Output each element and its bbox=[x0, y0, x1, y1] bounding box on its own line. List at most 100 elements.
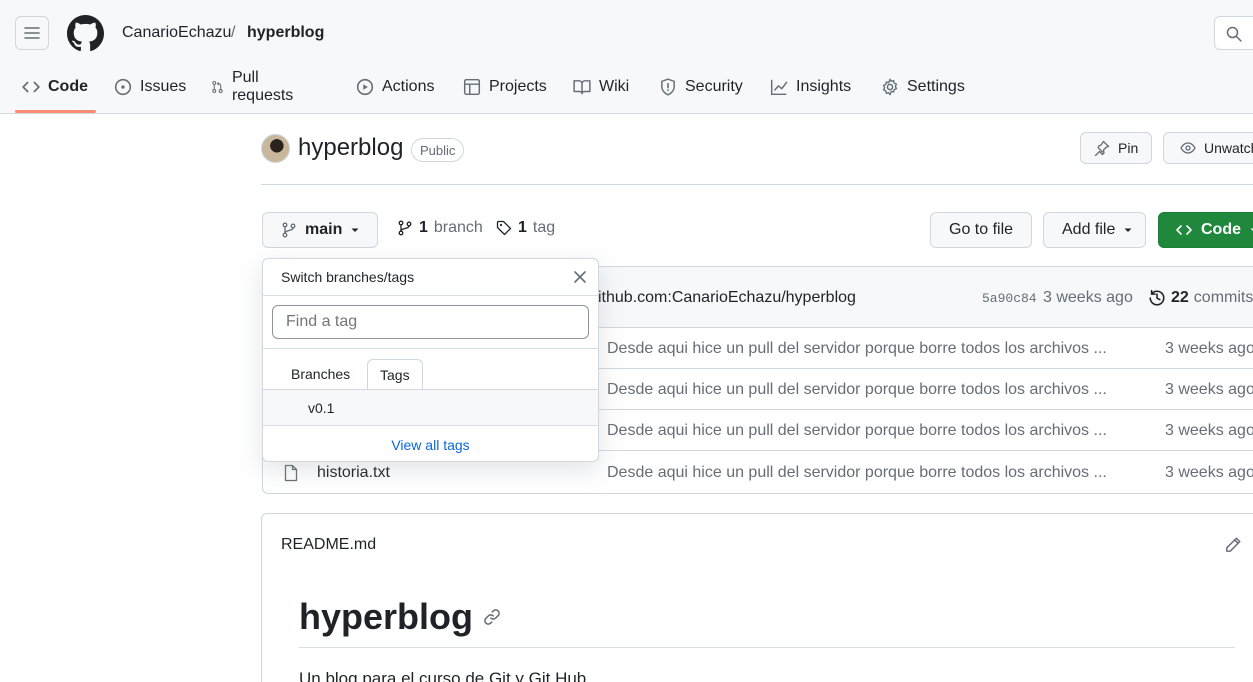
hamburger-menu-button[interactable] bbox=[15, 16, 49, 50]
tag-name: v0.1 bbox=[308, 400, 335, 416]
caret-down-icon bbox=[351, 228, 359, 232]
code-download-button[interactable]: Code bbox=[1158, 212, 1253, 248]
tag-count-label: tag bbox=[532, 219, 556, 236]
readme-heading-divider bbox=[299, 647, 1235, 648]
owner-avatar[interactable] bbox=[261, 134, 290, 163]
hamburger-icon bbox=[24, 27, 40, 39]
add-file-button[interactable]: Add file bbox=[1043, 212, 1147, 248]
tab-projects[interactable]: Projects bbox=[463, 68, 547, 114]
branch-count: 1 bbox=[419, 219, 428, 236]
file-commit-message[interactable]: Desde aqui hice un pull del servidor por… bbox=[607, 381, 1107, 399]
tab-wiki[interactable]: Wiki bbox=[573, 68, 629, 114]
repo-title[interactable]: hyperblog bbox=[298, 134, 403, 162]
file-commit-time: 3 weeks ago bbox=[1165, 422, 1253, 439]
tab-branches[interactable]: Branches bbox=[279, 359, 362, 389]
issue-icon bbox=[114, 78, 132, 96]
github-logo-icon[interactable] bbox=[67, 15, 104, 52]
tab-wiki-label: Wiki bbox=[599, 78, 630, 95]
breadcrumb-owner-link[interactable]: CanarioEchazu bbox=[122, 24, 231, 42]
dropdown-title: Switch branches/tags bbox=[281, 269, 415, 285]
readme-description: Un blog para el curso de Git y Git Hub bbox=[299, 669, 587, 682]
unwatch-label: Unwatch bbox=[1204, 140, 1253, 156]
tab-settings[interactable]: Settings bbox=[881, 68, 965, 114]
repo-head-divider bbox=[261, 184, 1253, 185]
list-item[interactable]: v0.1 bbox=[263, 390, 598, 426]
pencil-icon[interactable] bbox=[1224, 536, 1242, 554]
go-to-file-label: Go to file bbox=[949, 221, 1014, 238]
breadcrumb-separator: / bbox=[231, 24, 236, 41]
file-commit-message[interactable]: Desde aqui hice un pull del servidor por… bbox=[607, 422, 1107, 440]
search-button[interactable] bbox=[1214, 16, 1253, 50]
branch-select-button[interactable]: main bbox=[262, 212, 379, 248]
tab-pull-requests[interactable]: Pull requests bbox=[211, 68, 298, 114]
latest-commit-message[interactable]: ithub.com:CanarioEchazu/hyperblog bbox=[598, 289, 856, 307]
dropdown-divider bbox=[263, 295, 598, 296]
file-commit-message[interactable]: Desde aqui hice un pull del servidor por… bbox=[607, 464, 1107, 482]
pull-request-icon bbox=[212, 80, 223, 94]
readme-heading: hyperblog bbox=[299, 596, 501, 638]
file-icon bbox=[284, 464, 298, 482]
switch-branches-tags-dropdown: Switch branches/tags Branches Tags v0.1 … bbox=[262, 258, 599, 462]
pin-icon bbox=[1094, 140, 1110, 156]
tab-actions[interactable]: Actions bbox=[356, 68, 434, 114]
latest-commit-sha[interactable]: 5a90c84 bbox=[982, 291, 1037, 306]
tab-actions-label: Actions bbox=[382, 78, 435, 95]
commit-count-label: commits bbox=[1193, 289, 1253, 306]
caret-down-icon bbox=[1250, 228, 1253, 231]
tab-insights[interactable]: Insights bbox=[770, 68, 851, 114]
commits-link[interactable]: 22 commits bbox=[1148, 289, 1253, 307]
tag-icon bbox=[496, 220, 512, 236]
unwatch-button[interactable]: Unwatch bbox=[1163, 132, 1253, 164]
tab-code-label: Code bbox=[48, 78, 88, 95]
tab-issues-label: Issues bbox=[140, 78, 187, 95]
active-tab-underline bbox=[15, 110, 96, 113]
pin-label: Pin bbox=[1118, 140, 1139, 156]
table-icon bbox=[463, 78, 481, 96]
history-icon bbox=[1149, 289, 1165, 306]
tab-code[interactable]: Code bbox=[22, 68, 88, 114]
file-name[interactable]: historia.txt bbox=[317, 464, 390, 482]
view-all-tags-link[interactable]: View all tags bbox=[263, 437, 598, 453]
git-branch-icon bbox=[398, 220, 412, 236]
tag-count: 1 bbox=[518, 219, 527, 236]
code-icon bbox=[22, 81, 40, 93]
close-icon[interactable] bbox=[573, 270, 587, 284]
tab-issues[interactable]: Issues bbox=[114, 68, 186, 114]
caret-down-icon bbox=[1124, 228, 1132, 232]
code-button-label: Code bbox=[1201, 221, 1241, 238]
file-commit-message[interactable]: Desde aqui hice un pull del servidor por… bbox=[607, 340, 1107, 358]
tab-security-label: Security bbox=[685, 78, 743, 95]
tab-settings-label: Settings bbox=[907, 78, 965, 95]
file-commit-time: 3 weeks ago bbox=[1165, 381, 1253, 398]
tab-security[interactable]: Security bbox=[659, 68, 743, 114]
file-commit-time: 3 weeks ago bbox=[1165, 464, 1253, 481]
readme-filename[interactable]: README.md bbox=[281, 536, 376, 554]
top-header: CanarioEchazu / hyperblog Code Issues Pu… bbox=[0, 0, 1253, 114]
tab-insights-label: Insights bbox=[796, 78, 852, 95]
go-to-file-button[interactable]: Go to file bbox=[930, 212, 1033, 248]
tab-pull-requests-label: Pull requests bbox=[231, 69, 294, 104]
play-icon bbox=[356, 78, 374, 96]
breadcrumb-repo-link[interactable]: hyperblog bbox=[247, 24, 324, 42]
branch-count-label: branch bbox=[433, 219, 483, 236]
git-branch-icon bbox=[282, 222, 296, 238]
commit-count: 22 bbox=[1171, 289, 1189, 306]
book-icon bbox=[573, 80, 591, 95]
find-tag-input[interactable] bbox=[272, 305, 589, 339]
gear-icon bbox=[882, 78, 898, 96]
tags-link[interactable]: 1 tag bbox=[496, 219, 555, 237]
shield-icon bbox=[661, 78, 675, 96]
link-icon[interactable] bbox=[483, 608, 501, 626]
pin-button[interactable]: Pin bbox=[1080, 132, 1153, 164]
branch-name: main bbox=[305, 221, 343, 238]
dropdown-divider bbox=[263, 348, 598, 349]
code-icon bbox=[1176, 225, 1192, 235]
eye-icon bbox=[1180, 142, 1196, 154]
branches-link[interactable]: 1 branch bbox=[397, 219, 483, 237]
latest-commit-time: 3 weeks ago bbox=[1043, 289, 1133, 306]
add-file-label: Add file bbox=[1062, 221, 1116, 238]
readme-header: README.md bbox=[262, 514, 1253, 576]
graph-icon bbox=[770, 79, 788, 96]
tab-tags[interactable]: Tags bbox=[367, 359, 423, 390]
readme-title-text: hyperblog bbox=[299, 596, 474, 637]
